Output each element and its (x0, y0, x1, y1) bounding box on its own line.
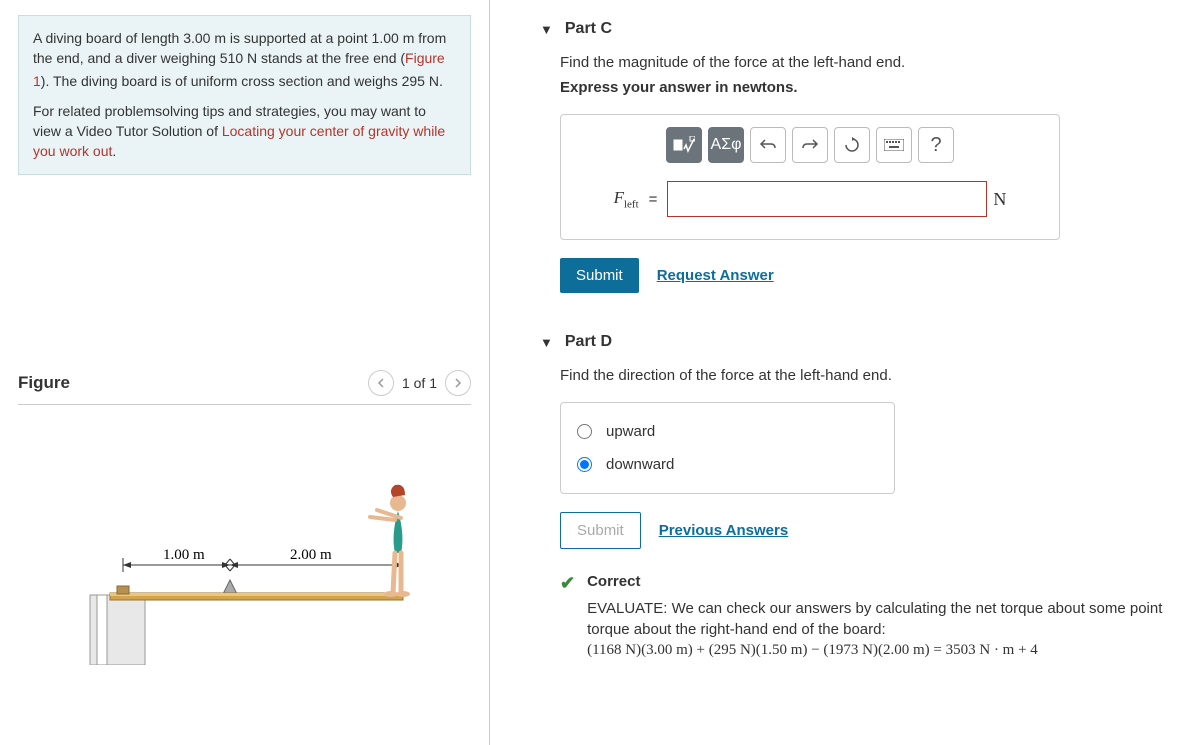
request-answer-link[interactable]: Request Answer (657, 267, 774, 284)
text-chunk: . (112, 143, 116, 159)
choice-box: upward downward (560, 402, 895, 494)
equals-sign: = (649, 191, 658, 208)
collapse-caret-icon[interactable]: ▼ (540, 22, 553, 37)
diving-board-illustration: 1.00 m 2.00 m (55, 445, 435, 665)
evaluate-equation: (1168 N)(3.00 m) + (295 N)(1.50 m) − (19… (587, 640, 1200, 661)
collapse-caret-icon[interactable]: ▼ (540, 335, 553, 350)
radio-upward[interactable] (577, 424, 592, 439)
variable-label: Fleft (614, 188, 639, 210)
keyboard-icon (884, 139, 904, 151)
redo-icon (801, 138, 819, 152)
answer-panel: ▼ Part C Find the magnitude of the force… (490, 0, 1200, 745)
figure-image: 1.00 m 2.00 m (18, 405, 471, 685)
template-icon (673, 136, 695, 154)
text-chunk: ). The diving board is of uniform cross … (41, 73, 443, 89)
part-c-instructions: Express your answer in newtons. (560, 79, 1200, 96)
feedback-box: ✔ Correct EVALUATE: We can check our ans… (560, 571, 1200, 661)
formula-toolbar: ΑΣφ ? (561, 115, 1059, 181)
tips-text: For related problemsolving tips and stra… (33, 101, 456, 162)
figure-label: Figure (18, 373, 70, 393)
next-figure-button[interactable] (445, 370, 471, 396)
part-d-title: Part D (565, 333, 612, 351)
choice-upward[interactable]: upward (577, 415, 878, 448)
chevron-left-icon (376, 378, 386, 388)
unit-label: N (993, 189, 1006, 210)
dim-1m: 1.00 m (163, 547, 205, 563)
choice-label: downward (606, 456, 674, 473)
problem-statement-box: A diving board of length 3.00 m is suppo… (18, 15, 471, 175)
redo-button[interactable] (792, 127, 828, 163)
dim-2m: 2.00 m (290, 547, 332, 563)
part-c-block: ▼ Part C Find the magnitude of the force… (540, 20, 1200, 293)
part-c-prompt: Find the magnitude of the force at the l… (560, 54, 1200, 71)
help-button[interactable]: ? (918, 127, 954, 163)
figure-counter: 1 of 1 (402, 375, 437, 391)
problem-text: A diving board of length 3.00 m is suppo… (33, 28, 456, 91)
part-d-prompt: Find the direction of the force at the l… (560, 367, 1200, 384)
choice-downward[interactable]: downward (577, 448, 878, 481)
prev-figure-button[interactable] (368, 370, 394, 396)
reset-button[interactable] (834, 127, 870, 163)
check-icon: ✔ (560, 573, 575, 661)
figure-nav: 1 of 1 (368, 370, 471, 396)
text-chunk: A diving board of length 3.00 m is suppo… (33, 30, 446, 66)
part-c-title: Part C (565, 20, 612, 38)
correct-label: Correct (587, 571, 1200, 592)
reset-icon (844, 137, 860, 153)
diver-figure (370, 484, 410, 596)
answer-input[interactable] (667, 181, 987, 217)
evaluate-text: EVALUATE: We can check our answers by ca… (587, 598, 1200, 640)
submit-button-disabled: Submit (560, 512, 641, 549)
greek-button[interactable]: ΑΣφ (708, 127, 744, 163)
undo-button[interactable] (750, 127, 786, 163)
radio-downward[interactable] (577, 457, 592, 472)
undo-icon (759, 138, 777, 152)
answer-entry-box: ΑΣφ ? Fleft = N (560, 114, 1060, 240)
templates-button[interactable] (666, 127, 702, 163)
figure-header: Figure 1 of 1 (18, 370, 471, 405)
part-d-block: ▼ Part D Find the direction of the force… (540, 333, 1200, 661)
previous-answers-link[interactable]: Previous Answers (659, 522, 789, 539)
submit-button[interactable]: Submit (560, 258, 639, 293)
problem-panel: A diving board of length 3.00 m is suppo… (0, 0, 490, 745)
choice-label: upward (606, 423, 655, 440)
keyboard-button[interactable] (876, 127, 912, 163)
chevron-right-icon (453, 378, 463, 388)
